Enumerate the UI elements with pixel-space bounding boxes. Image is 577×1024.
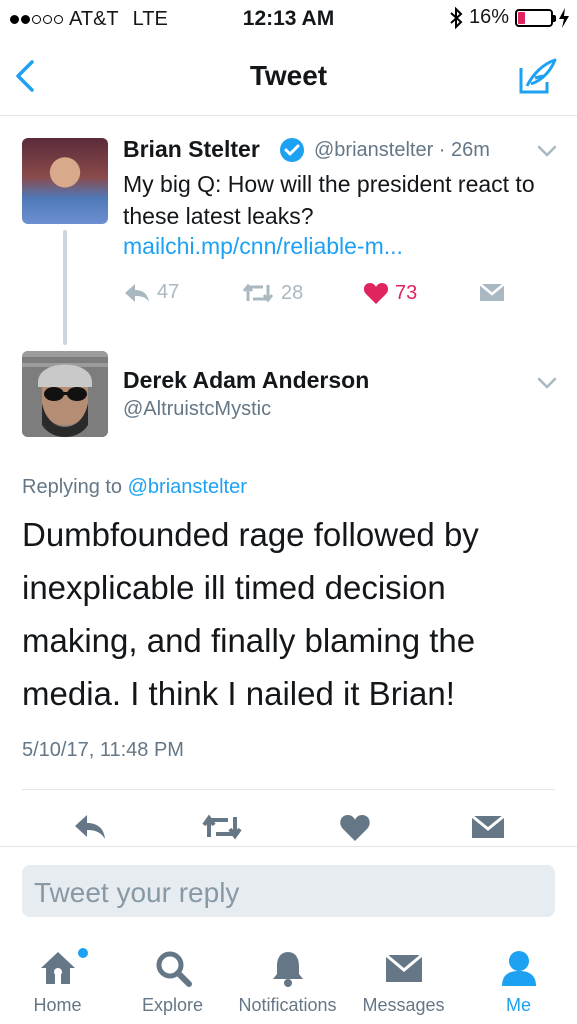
tab-bar: Home Explore Notifications Messages Me [0, 938, 577, 1024]
nav-bar: Tweet [0, 38, 577, 116]
tweet-link[interactable]: mailchi.mp/cnn/reliable-m... [123, 233, 403, 260]
charging-icon [559, 7, 569, 28]
tweet-text: My big Q: How will the president react t… [123, 171, 535, 229]
bluetooth-icon [450, 6, 463, 29]
chevron-down-icon[interactable] [536, 374, 558, 392]
like-action[interactable]: 73 [363, 281, 417, 305]
reply-author-name[interactable]: Derek Adam Anderson [123, 367, 369, 394]
status-right: 16% [449, 6, 569, 29]
retweet-icon [242, 283, 274, 303]
detail-actions [0, 812, 577, 846]
reply-action[interactable]: 47 [123, 281, 179, 304]
tweet-timestamp: 5/10/17, 11:48 PM [22, 739, 184, 761]
envelope-icon[interactable] [470, 812, 506, 842]
author-name[interactable]: Brian Stelter [123, 136, 260, 163]
envelope-icon [384, 953, 423, 982]
tweet-actions: 47 28 73 [123, 281, 523, 311]
status-bar: AT&T LTE 12:13 AM 16% [0, 0, 577, 38]
replying-prefix: Replying to [22, 476, 123, 498]
notification-dot [78, 948, 88, 958]
tab-label: Me [505, 995, 531, 1015]
heart-icon[interactable] [339, 812, 371, 842]
compose-feather-icon[interactable] [517, 56, 559, 96]
home-icon [40, 952, 75, 984]
thread-connector [63, 230, 67, 345]
reply-input[interactable]: Tweet your reply [22, 865, 555, 917]
avatar-photo [22, 351, 108, 437]
verified-badge-icon [280, 138, 304, 162]
dm-action[interactable] [478, 281, 506, 303]
reply-icon [125, 283, 149, 302]
retweet-action[interactable]: 28 [241, 281, 303, 305]
battery-icon [515, 8, 556, 27]
retweet-count: 28 [281, 281, 304, 304]
bell-icon [272, 952, 303, 987]
replying-mention[interactable]: @brianstelter [128, 476, 247, 498]
reply-icon[interactable] [72, 812, 108, 842]
tab-me[interactable]: Me [461, 938, 576, 1024]
heart-icon [363, 283, 389, 304]
reply-author-handle[interactable]: @AltruistcMystic [123, 398, 271, 421]
reply-count: 47 [157, 281, 180, 303]
battery-percent: 16% [468, 6, 509, 28]
envelope-icon [479, 283, 505, 301]
reply-tweet-text: Dumbfounded rage followed by inexplicabl… [22, 516, 479, 712]
author-handle-time[interactable]: @brianstelter · 26m [314, 139, 490, 162]
reply-placeholder: Tweet your reply [34, 877, 240, 908]
retweet-icon[interactable] [200, 812, 244, 842]
page-title: Tweet [249, 60, 328, 91]
like-count: 73 [395, 281, 418, 304]
chevron-down-icon[interactable] [536, 142, 558, 160]
search-icon [156, 951, 192, 987]
person-icon [501, 951, 536, 986]
replying-to: Replying to @brianstelter [22, 476, 247, 499]
divider [22, 789, 555, 790]
divider [0, 846, 577, 847]
avatar-derek-adam-anderson[interactable] [22, 351, 108, 437]
avatar-brian-stelter[interactable] [22, 138, 108, 224]
